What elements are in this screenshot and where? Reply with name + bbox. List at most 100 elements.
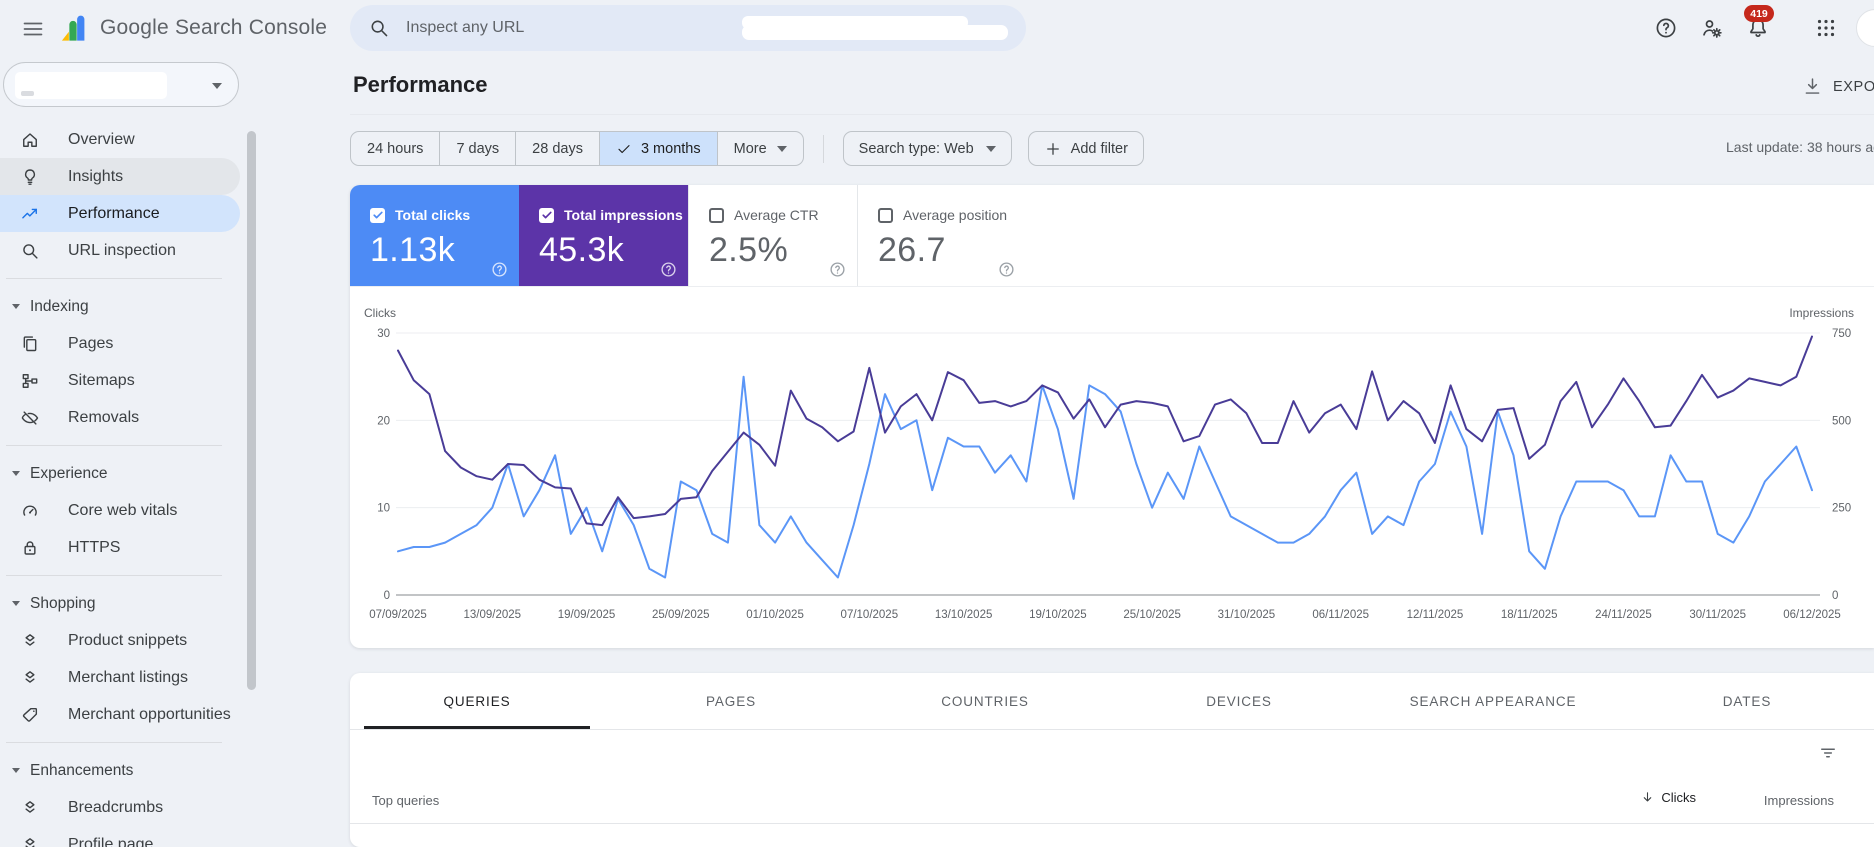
sidebar-item-https[interactable]: HTTPS [0,529,240,566]
range-button-3-months[interactable]: 3 months [598,132,717,165]
sidebar-scrollbar[interactable] [247,131,256,690]
eye-off-icon [20,408,40,428]
account-avatar[interactable] [1856,9,1874,47]
help-icon [1654,16,1678,40]
tab-queries[interactable]: QUERIES [350,673,604,729]
range-button-7-days[interactable]: 7 days [439,132,515,165]
sidebar-item-pages[interactable]: Pages [0,325,240,362]
google-apps-button[interactable] [1806,8,1846,48]
svg-text:13/10/2025: 13/10/2025 [935,609,993,621]
add-filter-label: Add filter [1070,140,1128,157]
check-icon [616,141,632,157]
sidebar-item-removals[interactable]: Removals [0,399,240,436]
sidebar-item-performance[interactable]: Performance [0,195,240,232]
search-type-label: Search type: Web [858,140,974,157]
tab-devices[interactable]: DEVICES [1112,673,1366,729]
lock-icon [20,538,40,558]
sidebar-nav: Overview Insights Performance URL inspectio… [0,121,240,847]
sidebar-section-experience[interactable]: Experience [0,455,240,492]
sidebar-section-shopping[interactable]: Shopping [0,585,240,622]
sidebar-item-merchant-listings[interactable]: Merchant listings [0,659,240,696]
range-label: 24 hours [367,140,424,157]
filter-list-icon[interactable] [1818,743,1838,763]
svg-text:01/10/2025: 01/10/2025 [746,609,804,621]
dimension-tabs: QUERIES PAGES COUNTRIES DEVICES SEARCH APPEA… [350,673,1874,730]
dimensions-panel: QUERIES PAGES COUNTRIES DEVICES SEARCH APPEA… [350,673,1874,847]
layers-icon [20,631,40,651]
sidebar-item-label: Merchant opportunities [68,705,231,723]
sidebar-item-merchant-opportunities[interactable]: Merchant opportunities [0,696,240,733]
range-label: 28 days [532,140,583,157]
tab-pages[interactable]: PAGES [604,673,858,729]
add-filter-button[interactable]: Add filter [1027,131,1144,166]
chevron-down-icon [12,601,20,606]
range-button-more[interactable]: More [716,132,803,165]
sidebar-item-insights[interactable]: Insights [0,158,240,195]
sidebar-item-label: Product snippets [68,631,188,649]
svg-text:06/12/2025: 06/12/2025 [1783,609,1841,621]
search-input[interactable] [406,19,706,37]
svg-text:500: 500 [1832,415,1851,427]
redacted-url [742,25,1008,40]
tab-label: PAGES [705,693,757,709]
svg-text:25/09/2025: 25/09/2025 [652,609,710,621]
column-clicks-sort[interactable]: Clicks [1640,790,1696,805]
tab-label: SEARCH APPEARANCE [1409,693,1577,709]
sidebar-item-url-inspection[interactable]: URL inspection [0,232,240,269]
range-button-24-hours[interactable]: 24 hours [351,132,439,165]
sidebar-item-label: Core web vitals [68,501,178,519]
redacted-property-name [15,72,167,99]
header-divider [350,114,1874,115]
notifications-button[interactable]: 419 [1738,5,1778,48]
redacted-property-mark [21,91,34,96]
tag-icon [20,705,40,725]
chevron-down-icon [776,145,787,152]
sidebar-item-overview[interactable]: Overview [0,121,240,158]
svg-text:0: 0 [384,590,390,602]
sidebar-item-core-web-vitals[interactable]: Core web vitals [0,492,240,529]
tab-label: DATES [1722,693,1772,709]
hamburger-icon [21,17,45,41]
export-label: EXPORT [1833,78,1874,95]
search-type-button[interactable]: Search type: Web [842,131,1012,166]
svg-text:250: 250 [1832,503,1851,515]
url-inspect-searchbar[interactable] [350,5,1026,51]
search-console-logo-icon [54,8,92,48]
sidebar-divider [6,278,222,279]
sidebar-item-breadcrumbs[interactable]: Breadcrumbs [0,789,240,826]
column-impressions[interactable]: Impressions [1764,793,1834,808]
search-icon [20,241,40,261]
app-logo[interactable]: Google Search Console [54,8,327,48]
sitemap-icon [20,371,40,391]
range-button-28-days[interactable]: 28 days [515,132,599,165]
app-title: Google Search Console [100,16,328,39]
sidebar-section-label: Experience [30,464,108,482]
range-label: 3 months [640,140,701,157]
sidebar-section-indexing[interactable]: Indexing [0,288,240,325]
chevron-down-icon [12,471,20,476]
sidebar-item-label: Sitemaps [68,371,135,389]
manage-users-button[interactable] [1692,8,1732,48]
tab-countries[interactable]: COUNTRIES [858,673,1112,729]
sidebar-item-label: Insights [68,167,124,185]
sidebar-section-enhancements[interactable]: Enhancements [0,752,240,789]
menu-button[interactable] [16,12,50,46]
column-top-queries: Top queries [372,793,440,808]
help-button[interactable] [1646,8,1686,48]
svg-text:750: 750 [1832,328,1851,340]
sidebar-item-label: Breadcrumbs [68,798,164,816]
sidebar-item-profile-page[interactable]: Profile page [0,826,240,847]
date-range-group: 24 hours 7 days 28 days 3 months More [350,131,804,166]
filter-divider [822,134,824,163]
export-button[interactable]: EXPORT [1802,76,1874,97]
tab-search-appearance[interactable]: SEARCH APPEARANCE [1366,673,1620,729]
chevron-down-icon [212,83,222,89]
sidebar-item-product-snippets[interactable]: Product snippets [0,622,240,659]
tab-dates[interactable]: DATES [1620,673,1874,729]
svg-text:12/11/2025: 12/11/2025 [1407,609,1464,621]
tab-label: QUERIES [443,693,511,709]
property-selector[interactable] [3,62,239,107]
svg-text:20: 20 [377,415,390,427]
sidebar-item-sitemaps[interactable]: Sitemaps [0,362,240,399]
plus-icon [1044,140,1062,158]
